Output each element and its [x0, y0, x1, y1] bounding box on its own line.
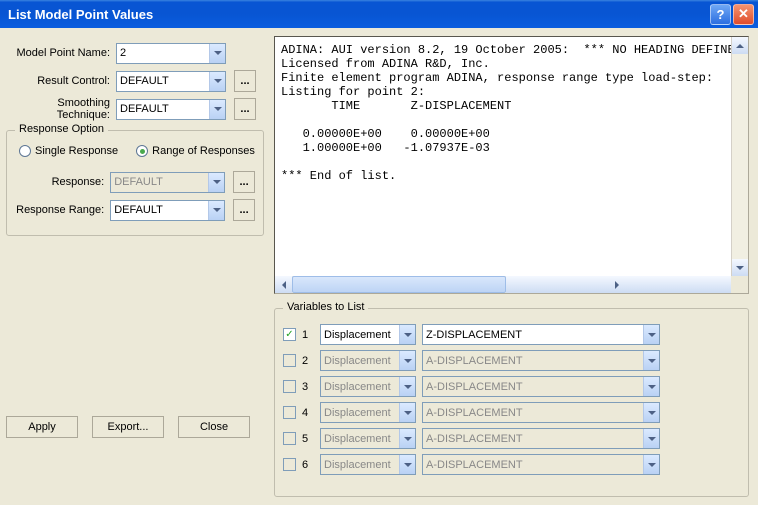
- chevron-down-icon: [399, 403, 415, 422]
- horizontal-scrollbar[interactable]: [292, 276, 506, 293]
- variable-checkbox[interactable]: [283, 458, 296, 471]
- title-bar: List Model Point Values ? ✕: [0, 0, 758, 28]
- variable-name-combo: A-DISPLACEMENT: [422, 402, 660, 423]
- response-option-legend: Response Option: [15, 123, 108, 135]
- chevron-down-icon[interactable]: [643, 325, 659, 344]
- variable-index: 3: [302, 381, 314, 393]
- single-response-radio[interactable]: Single Response: [19, 145, 118, 157]
- scroll-left-icon[interactable]: [275, 276, 292, 293]
- scroll-corner: [731, 276, 748, 293]
- variables-to-list-group: Variables to List ✓1DisplacementZ-DISPLA…: [274, 308, 749, 497]
- variable-index: 6: [302, 459, 314, 471]
- variable-name-combo: A-DISPLACEMENT: [422, 376, 660, 397]
- chevron-down-icon: [643, 429, 659, 448]
- variable-index: 2: [302, 355, 314, 367]
- variable-checkbox[interactable]: [283, 380, 296, 393]
- response-browse-button[interactable]: ...: [233, 171, 255, 193]
- response-label: Response:: [15, 176, 110, 188]
- variable-category-combo: Displacement: [320, 376, 416, 397]
- chevron-down-icon: [399, 377, 415, 396]
- variable-name-combo: A-DISPLACEMENT: [422, 454, 660, 475]
- response-range-label: Response Range:: [15, 204, 110, 216]
- variable-row: 2 Displacement A-DISPLACEMENT: [283, 350, 740, 371]
- chevron-down-icon: [399, 351, 415, 370]
- apply-button[interactable]: Apply: [6, 416, 78, 438]
- chevron-down-icon: [643, 403, 659, 422]
- scroll-right-icon[interactable]: [506, 276, 730, 293]
- variable-category-combo: Displacement: [320, 350, 416, 371]
- radio-icon: [136, 145, 148, 157]
- variable-row: 5 Displacement A-DISPLACEMENT: [283, 428, 740, 449]
- chevron-down-icon: [399, 455, 415, 474]
- variable-category-combo[interactable]: Displacement: [320, 324, 416, 345]
- variable-checkbox[interactable]: ✓: [283, 328, 296, 341]
- variables-to-list-legend: Variables to List: [283, 301, 368, 313]
- vertical-scrollbar[interactable]: [731, 37, 748, 276]
- close-window-button[interactable]: ✕: [733, 4, 754, 25]
- chevron-down-icon[interactable]: [209, 100, 225, 119]
- window-title: List Model Point Values: [8, 7, 708, 22]
- scroll-up-icon[interactable]: [732, 37, 748, 54]
- smoothing-technique-label: Smoothing Technique:: [6, 97, 116, 121]
- help-button[interactable]: ?: [710, 4, 731, 25]
- result-control-combo[interactable]: DEFAULT: [116, 71, 226, 92]
- chevron-down-icon[interactable]: [209, 44, 225, 63]
- export-button[interactable]: Export...: [92, 416, 164, 438]
- model-point-name-combo[interactable]: 2: [116, 43, 226, 64]
- output-text: ADINA: AUI version 8.2, 19 October 2005:…: [275, 37, 748, 276]
- variable-row: 4 Displacement A-DISPLACEMENT: [283, 402, 740, 423]
- chevron-down-icon[interactable]: [399, 325, 415, 344]
- response-range-combo[interactable]: DEFAULT: [110, 200, 225, 221]
- variable-index: 5: [302, 433, 314, 445]
- variable-index: 1: [302, 329, 314, 341]
- chevron-down-icon: [643, 351, 659, 370]
- response-combo: DEFAULT: [110, 172, 225, 193]
- result-control-browse-button[interactable]: ...: [234, 70, 256, 92]
- close-button[interactable]: Close: [178, 416, 250, 438]
- variable-category-combo: Displacement: [320, 428, 416, 449]
- model-point-name-label: Model Point Name:: [6, 47, 116, 59]
- chevron-down-icon: [643, 377, 659, 396]
- response-option-group: Response Option Single Response Range of…: [6, 130, 264, 236]
- smoothing-technique-browse-button[interactable]: ...: [234, 98, 256, 120]
- variable-name-combo: A-DISPLACEMENT: [422, 350, 660, 371]
- variable-index: 4: [302, 407, 314, 419]
- variable-checkbox[interactable]: [283, 354, 296, 367]
- variable-row: 3 Displacement A-DISPLACEMENT: [283, 376, 740, 397]
- chevron-down-icon[interactable]: [209, 72, 225, 91]
- chevron-down-icon: [643, 455, 659, 474]
- result-control-label: Result Control:: [6, 75, 116, 87]
- range-of-responses-radio[interactable]: Range of Responses: [136, 145, 255, 157]
- smoothing-technique-combo[interactable]: DEFAULT: [116, 99, 226, 120]
- chevron-down-icon: [399, 429, 415, 448]
- variable-name-combo[interactable]: Z-DISPLACEMENT: [422, 324, 660, 345]
- chevron-down-icon[interactable]: [208, 201, 224, 220]
- variable-category-combo: Displacement: [320, 402, 416, 423]
- variable-row: 6 Displacement A-DISPLACEMENT: [283, 454, 740, 475]
- variable-checkbox[interactable]: [283, 406, 296, 419]
- chevron-down-icon: [208, 173, 224, 192]
- scroll-down-icon[interactable]: [732, 259, 748, 276]
- variable-row: ✓ 1 Displacement Z-DISPLACEMENT: [283, 324, 740, 345]
- variable-checkbox[interactable]: [283, 432, 296, 445]
- variable-category-combo: Displacement: [320, 454, 416, 475]
- output-panel: ADINA: AUI version 8.2, 19 October 2005:…: [274, 36, 749, 294]
- radio-icon: [19, 145, 31, 157]
- response-range-browse-button[interactable]: ...: [233, 199, 255, 221]
- variable-name-combo: A-DISPLACEMENT: [422, 428, 660, 449]
